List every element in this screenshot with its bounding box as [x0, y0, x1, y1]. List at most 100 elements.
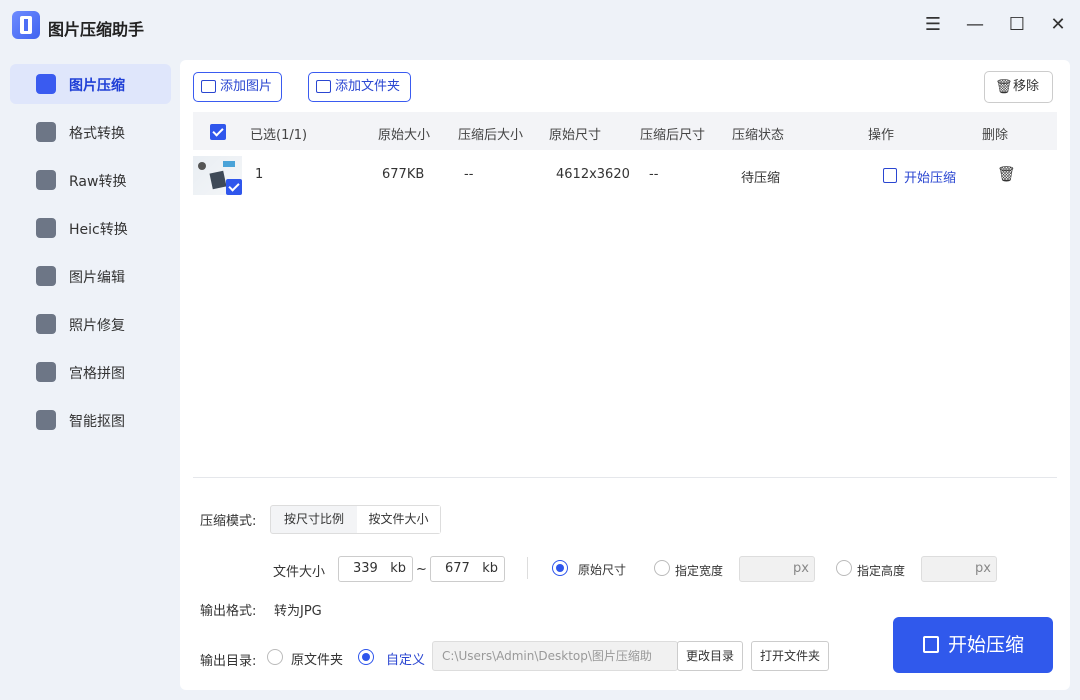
- row-comp-size: --: [464, 167, 474, 182]
- title-bar: 图片压缩助手 ☰ — ☐ ✕: [0, 0, 1080, 52]
- output-format-label: 输出格式:: [200, 604, 257, 619]
- max-size-unit: kb: [482, 561, 498, 576]
- sidebar-item-label: 图片压缩: [69, 78, 125, 94]
- remove-button[interactable]: 🗑 移除: [984, 71, 1053, 103]
- select-all-checkbox[interactable]: [210, 124, 226, 140]
- width-unit: px: [793, 561, 809, 576]
- row-status: 待压缩: [741, 171, 781, 186]
- header-status: 压缩状态: [732, 128, 785, 143]
- raw-convert-icon: [36, 170, 56, 190]
- add-folder-button[interactable]: 添加文件夹: [308, 72, 411, 102]
- add-folder-icon: [316, 80, 331, 93]
- header-selected: 已选(1/1): [250, 128, 308, 143]
- app-logo: [12, 11, 40, 39]
- sidebar-item-image-compress[interactable]: 图片压缩: [10, 64, 171, 104]
- menu-icon[interactable]: ☰: [922, 14, 944, 36]
- mode-by-filesize[interactable]: 按文件大小: [357, 506, 440, 533]
- sidebar-item-heic-convert[interactable]: Heic转换: [10, 208, 171, 248]
- custom-folder-radio[interactable]: [358, 649, 374, 665]
- sidebar-item-raw-convert[interactable]: Raw转换: [10, 160, 171, 200]
- sidebar-item-label: 照片修复: [69, 318, 125, 334]
- start-compress-label: 开始压缩: [948, 634, 1025, 656]
- specify-height-label: 指定高度: [857, 564, 906, 578]
- compress-icon: [883, 168, 897, 183]
- table-header: 已选(1/1) 原始大小 压缩后大小 原始尺寸 压缩后尺寸 压缩状态 操作 删除: [193, 112, 1057, 150]
- compress-mode-label: 压缩模式:: [200, 514, 257, 529]
- original-size-radio[interactable]: [552, 560, 568, 576]
- filesize-label: 文件大小: [273, 565, 326, 580]
- remove-label: 移除: [1013, 79, 1040, 94]
- compress-icon: [923, 636, 939, 653]
- original-size-label: 原始尺寸: [578, 563, 627, 577]
- sidebar-item-label: 智能抠图: [69, 414, 125, 430]
- header-action: 操作: [868, 128, 895, 143]
- range-tilde: ~: [416, 562, 427, 577]
- row-comp-dim: --: [649, 167, 659, 182]
- sidebar-item-image-edit[interactable]: 图片编辑: [10, 256, 171, 296]
- add-image-icon: [201, 80, 216, 93]
- max-size-input[interactable]: 677 kb: [430, 556, 505, 582]
- header-orig-dim: 原始尺寸: [549, 128, 602, 143]
- heic-convert-icon: [36, 218, 56, 238]
- start-compress-button[interactable]: 开始压缩: [893, 617, 1053, 673]
- row-delete-icon[interactable]: 🗑: [997, 165, 1016, 183]
- change-dir-button[interactable]: 更改目录: [677, 641, 743, 671]
- photo-repair-icon: [36, 314, 56, 334]
- image-edit-icon: [36, 266, 56, 286]
- row-orig-dim: 4612x3620: [556, 167, 630, 182]
- row-action-label: 开始压缩: [904, 171, 957, 186]
- height-input[interactable]: px: [921, 556, 997, 582]
- header-orig-size: 原始大小: [378, 128, 431, 143]
- output-format-value: 转为JPG: [274, 604, 322, 619]
- add-image-button[interactable]: 添加图片: [193, 72, 282, 102]
- sidebar: 图片压缩 格式转换 Raw转换 Heic转换 图片编辑 照片修复 宫格拼图 智能…: [0, 52, 180, 700]
- width-input[interactable]: px: [739, 556, 815, 582]
- smart-cutout-icon: [36, 410, 56, 430]
- divider: [193, 477, 1057, 478]
- sidebar-item-label: 格式转换: [69, 126, 125, 142]
- trash-icon: 🗑: [995, 79, 1013, 95]
- sidebar-item-label: Raw转换: [69, 174, 127, 190]
- sidebar-item-smart-cutout[interactable]: 智能抠图: [10, 400, 171, 440]
- row-orig-size: 677KB: [382, 167, 425, 182]
- open-folder-button[interactable]: 打开文件夹: [751, 641, 829, 671]
- main-panel: 添加图片 添加文件夹 🗑 移除 已选(1/1) 原始大小 压缩后大小 原始尺寸 …: [180, 60, 1070, 690]
- minimize-icon[interactable]: —: [964, 14, 986, 36]
- specify-width-radio[interactable]: [654, 560, 670, 576]
- sidebar-item-grid-collage[interactable]: 宫格拼图: [10, 352, 171, 392]
- compress-mode-toggle: 按尺寸比例 按文件大小: [270, 505, 441, 534]
- min-size-value: 339: [353, 561, 378, 576]
- image-compress-icon: [36, 74, 56, 94]
- header-comp-size: 压缩后大小: [458, 128, 524, 143]
- row-start-compress-link[interactable]: 开始压缩: [883, 167, 956, 186]
- format-convert-icon: [36, 122, 56, 142]
- specify-height-radio[interactable]: [836, 560, 852, 576]
- sidebar-item-label: 宫格拼图: [69, 366, 125, 382]
- min-size-input[interactable]: 339 kb: [338, 556, 413, 582]
- row-index: 1: [255, 167, 264, 182]
- maximize-icon[interactable]: ☐: [1006, 14, 1028, 36]
- grid-collage-icon: [36, 362, 56, 382]
- app-title: 图片压缩助手: [48, 20, 145, 39]
- row-checkbox[interactable]: [226, 179, 242, 195]
- sidebar-item-format-convert[interactable]: 格式转换: [10, 112, 171, 152]
- header-comp-dim: 压缩后尺寸: [640, 128, 706, 143]
- custom-folder-label: 自定义: [386, 653, 426, 668]
- header-delete: 删除: [982, 128, 1009, 143]
- height-unit: px: [975, 561, 991, 576]
- close-icon[interactable]: ✕: [1047, 14, 1069, 36]
- add-image-label: 添加图片: [220, 79, 273, 94]
- min-size-unit: kb: [390, 561, 406, 576]
- specify-width-label: 指定宽度: [675, 564, 724, 578]
- output-path-input[interactable]: C:\Users\Admin\Desktop\图片压缩助: [432, 641, 678, 671]
- mode-by-ratio[interactable]: 按尺寸比例: [271, 506, 357, 533]
- max-size-value: 677: [445, 561, 470, 576]
- sidebar-item-label: 图片编辑: [69, 270, 125, 286]
- original-folder-radio[interactable]: [267, 649, 283, 665]
- sidebar-item-label: Heic转换: [69, 222, 128, 238]
- original-folder-label: 原文件夹: [291, 653, 344, 668]
- sidebar-item-photo-repair[interactable]: 照片修复: [10, 304, 171, 344]
- add-folder-label: 添加文件夹: [335, 79, 401, 94]
- output-dir-label: 输出目录:: [200, 654, 257, 669]
- separator: [527, 557, 528, 579]
